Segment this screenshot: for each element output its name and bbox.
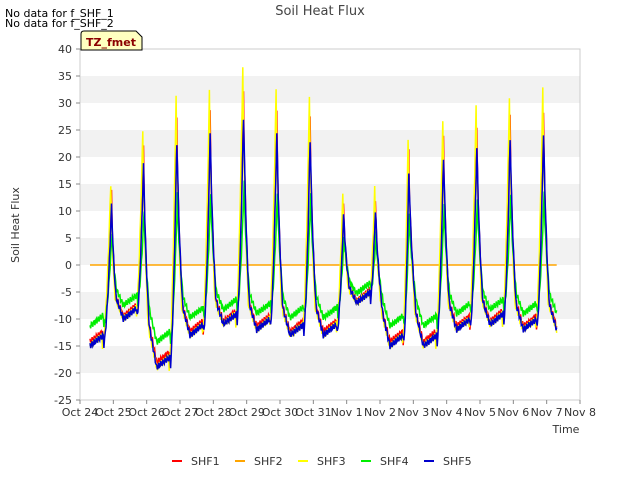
grid-band: [80, 49, 580, 76]
grid-band: [80, 157, 580, 184]
x-axis-label: Time: [552, 423, 580, 436]
x-tick-label: Nov 3: [397, 406, 429, 419]
y-tick-label: 40: [58, 43, 72, 56]
y-tick-label: -10: [54, 313, 72, 326]
legend-label-shf3: SHF3: [317, 455, 346, 468]
grid-band: [80, 211, 580, 238]
legend-label-shf2: SHF2: [254, 455, 283, 468]
badge-label: TZ_fmet: [86, 36, 136, 49]
y-tick-label: 10: [58, 205, 72, 218]
x-tick-label: Nov 1: [331, 406, 363, 419]
legend-label-shf5: SHF5: [443, 455, 472, 468]
legend-label-shf4: SHF4: [380, 455, 409, 468]
y-tick-label: 5: [65, 232, 72, 245]
y-tick-label: 35: [58, 70, 72, 83]
y-tick-label: -20: [54, 367, 72, 380]
grid-band: [80, 130, 580, 157]
x-tick-label: Nov 8: [564, 406, 596, 419]
x-tick-label: Nov 2: [364, 406, 396, 419]
y-tick-label: 0: [65, 259, 72, 272]
y-tick-label: -15: [54, 340, 72, 353]
x-tick-label: Oct 27: [162, 406, 199, 419]
x-axis-ticks: Oct 24Oct 25Oct 26Oct 27Oct 28Oct 29Oct …: [62, 400, 596, 419]
y-axis-label: Soil Heat Flux: [9, 187, 22, 263]
grid-band: [80, 76, 580, 103]
x-tick-label: Oct 25: [95, 406, 132, 419]
y-tick-label: 15: [58, 178, 72, 191]
y-axis-ticks: -25-20-15-10-50510152025303540: [54, 43, 80, 407]
y-tick-label: -5: [61, 286, 72, 299]
x-tick-label: Nov 6: [497, 406, 529, 419]
grid-band: [80, 103, 580, 130]
y-tick-label: 25: [58, 124, 72, 137]
x-tick-label: Oct 28: [195, 406, 232, 419]
x-tick-label: Nov 4: [431, 406, 463, 419]
x-tick-label: Oct 29: [228, 406, 265, 419]
tz-fmet-badge: TZ_fmet: [80, 30, 143, 51]
y-tick-label: 20: [58, 151, 72, 164]
x-tick-label: Oct 30: [262, 406, 299, 419]
chart-title: Soil Heat Flux: [275, 4, 365, 19]
x-tick-label: Nov 5: [464, 406, 496, 419]
legend-label-shf1: SHF1: [191, 455, 220, 468]
x-tick-label: Oct 26: [128, 406, 165, 419]
y-tick-label: 30: [58, 97, 72, 110]
x-tick-label: Oct 24: [62, 406, 99, 419]
legend: SHF1 SHF2 SHF3 SHF4 SHF5: [172, 455, 472, 468]
x-tick-label: Oct 31: [295, 406, 332, 419]
x-tick-label: Nov 7: [531, 406, 563, 419]
grid-band: [80, 184, 580, 211]
grid-band: [80, 373, 580, 400]
soil-heat-flux-chart: -25-20-15-10-50510152025303540 Oct 24Oct…: [9, 4, 596, 468]
